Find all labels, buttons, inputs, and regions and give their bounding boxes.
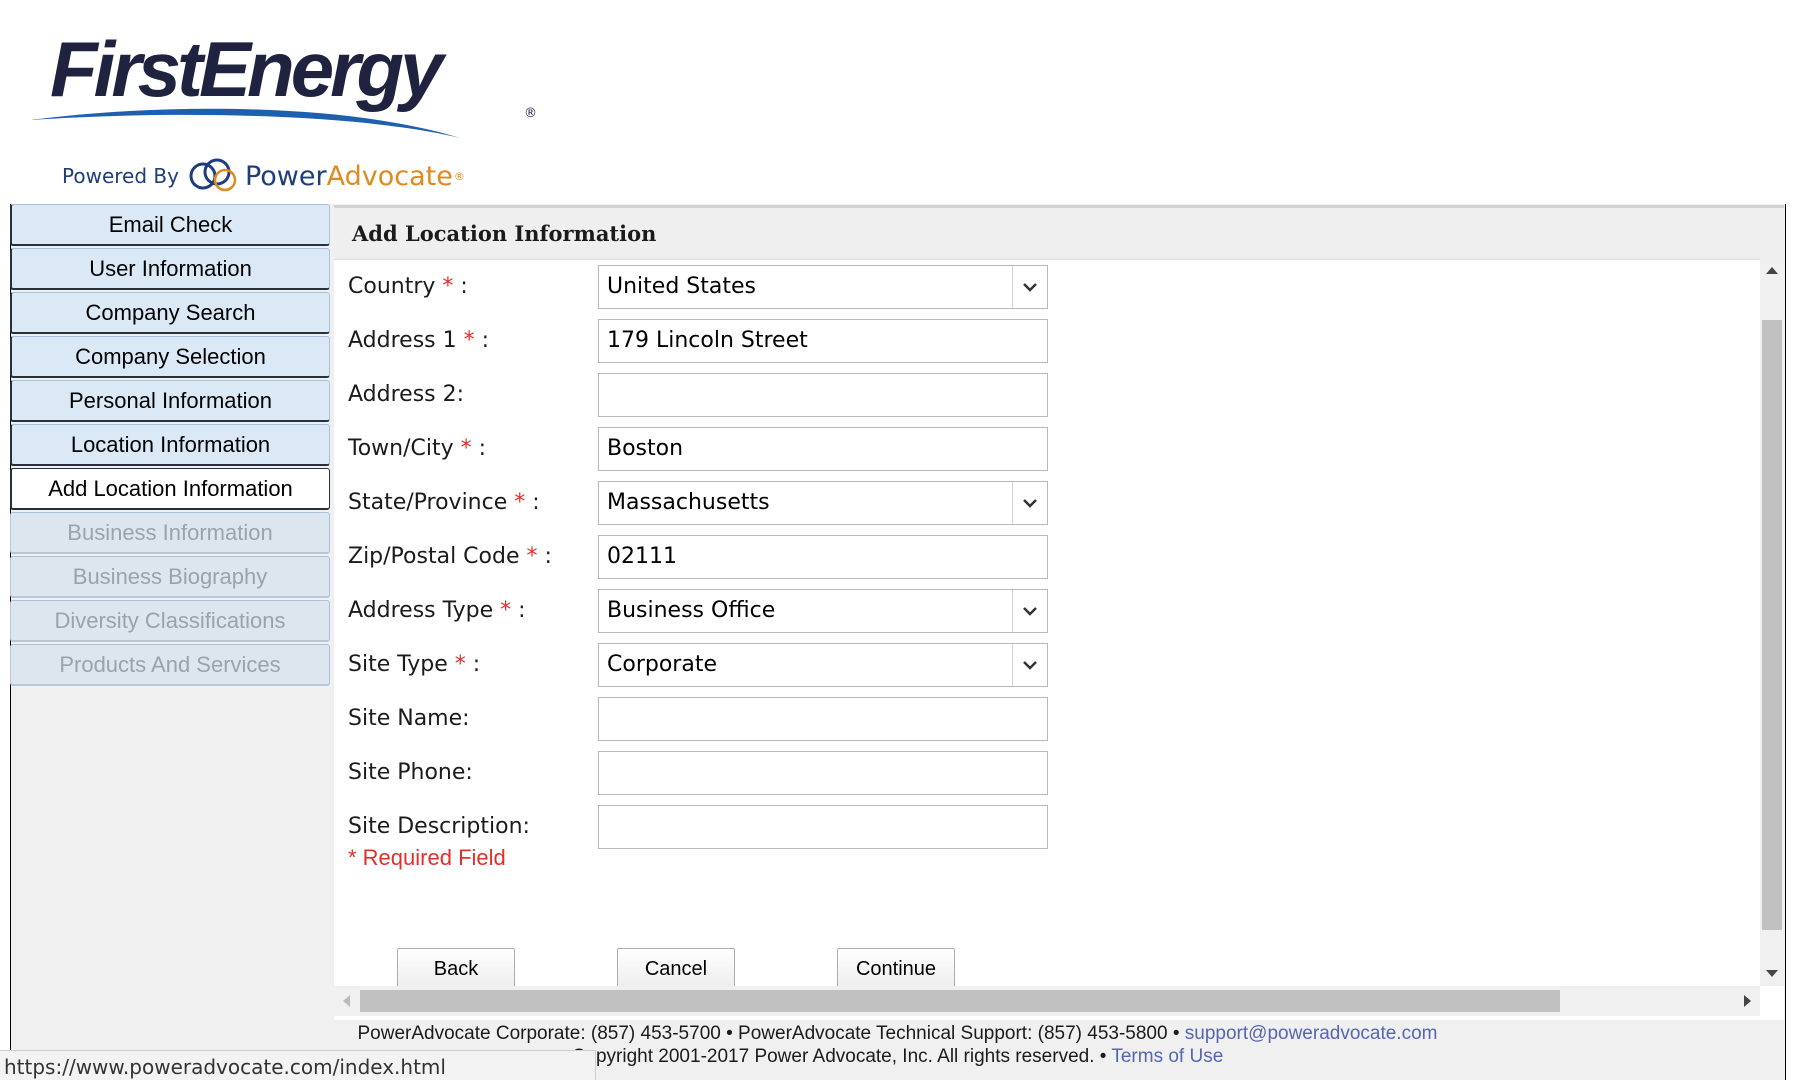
required-field-note: * Required Field	[348, 845, 506, 870]
sidebar-item-email-check[interactable]: Email Check	[10, 204, 330, 246]
address-type-select[interactable]: Business Office	[598, 589, 1048, 633]
zip-input[interactable]: 02111	[598, 535, 1048, 579]
required-star: *	[442, 274, 454, 299]
logo-text: FirstEnergy	[50, 25, 443, 113]
header: FirstEnergy ® Powered By Power Advocate ®	[10, 6, 1786, 204]
support-email-link[interactable]: support@poweradvocate.com	[1185, 1023, 1438, 1044]
zip-label: Zip/Postal Code * :	[348, 544, 552, 569]
sidebar-item-company-selection[interactable]: Company Selection	[10, 336, 330, 378]
scroll-left-arrow-icon[interactable]	[334, 986, 358, 1016]
poweradvocate-logo-icon	[189, 158, 237, 192]
site-phone-input[interactable]	[598, 751, 1048, 795]
horizontal-scrollbar[interactable]	[334, 986, 1760, 1016]
required-star: *	[526, 544, 538, 569]
site-name-label: Site Name:	[348, 706, 470, 731]
site-description-input[interactable]	[598, 805, 1048, 849]
zip-row: Zip/Postal Code * : 02111	[334, 534, 1384, 580]
advocate-text: Advocate	[326, 160, 453, 192]
vertical-scroll-thumb[interactable]	[1762, 320, 1782, 930]
sidebar-item-diversity-classifications: Diversity Classifications	[10, 600, 330, 642]
address1-label: Address 1 * :	[348, 328, 490, 353]
chevron-down-icon[interactable]	[1012, 590, 1047, 632]
powered-by-poweradvocate: Powered By Power Advocate ®	[62, 156, 465, 196]
panel-title: Add Location Information	[334, 208, 1784, 260]
address1-input[interactable]: 179 Lincoln Street	[598, 319, 1048, 363]
browser-status-bar: https://www.poweradvocate.com/index.html	[0, 1050, 596, 1080]
horizontal-scroll-thumb[interactable]	[360, 990, 1560, 1012]
chevron-down-icon[interactable]	[1012, 482, 1047, 524]
site-phone-label: Site Phone:	[348, 760, 473, 785]
state-province-select[interactable]: Massachusetts	[598, 481, 1048, 525]
town-city-label: Town/City * :	[348, 436, 487, 461]
site-name-row: Site Name:	[334, 696, 1384, 742]
address2-input[interactable]	[598, 373, 1048, 417]
required-star: *	[463, 328, 475, 353]
site-type-label: Site Type * :	[348, 652, 481, 677]
add-location-panel: Add Location Information Country * : Uni…	[334, 205, 1784, 1020]
country-select[interactable]: United States	[598, 265, 1048, 309]
state-province-row: State/Province * : Massachusetts	[334, 480, 1384, 526]
site-description-label: Site Description:	[348, 814, 530, 839]
sidebar-item-products-and-services: Products And Services	[10, 644, 330, 686]
sidebar-item-business-information: Business Information	[10, 512, 330, 554]
powered-by-label: Powered By	[62, 164, 179, 188]
back-button[interactable]: Back	[397, 948, 515, 990]
continue-button[interactable]: Continue	[837, 948, 955, 990]
footer-contact: PowerAdvocate Corporate: (857) 453-5700 …	[0, 1023, 1795, 1045]
town-city-input[interactable]: Boston	[598, 427, 1048, 471]
sidebar-item-company-search[interactable]: Company Search	[10, 292, 330, 334]
address2-row: Address 2:	[334, 372, 1384, 418]
wizard-sidebar: Email Check User Information Company Sea…	[10, 204, 330, 688]
site-name-input[interactable]	[598, 697, 1048, 741]
sidebar-item-location-information[interactable]: Location Information	[10, 424, 330, 466]
country-row: Country * : United States	[334, 264, 1384, 310]
footer-contact-text: PowerAdvocate Corporate: (857) 453-5700 …	[357, 1023, 1185, 1044]
site-type-select[interactable]: Corporate	[598, 643, 1048, 687]
site-phone-row: Site Phone:	[334, 750, 1384, 796]
address-type-label: Address Type * :	[348, 598, 526, 623]
required-star: *	[514, 490, 526, 515]
cancel-button[interactable]: Cancel	[617, 948, 735, 990]
required-star: *	[460, 436, 472, 461]
required-star: *	[454, 652, 466, 677]
town-city-row: Town/City * : Boston	[334, 426, 1384, 472]
vertical-scrollbar[interactable]	[1760, 258, 1784, 986]
copyright-text: Copyright 2001-2017 Power Advocate, Inc.…	[571, 1046, 1112, 1067]
state-province-label: State/Province * :	[348, 490, 540, 515]
logo-registered-mark: ®	[524, 106, 537, 121]
site-type-row: Site Type * : Corporate	[334, 642, 1384, 688]
firstenergy-logo: FirstEnergy ®	[30, 24, 570, 138]
chevron-down-icon[interactable]	[1012, 266, 1047, 308]
sidebar-item-business-biography: Business Biography	[10, 556, 330, 598]
scroll-down-arrow-icon[interactable]	[1760, 962, 1784, 986]
scroll-up-arrow-icon[interactable]	[1760, 258, 1784, 282]
sidebar-item-add-location-information[interactable]: Add Location Information	[10, 468, 330, 510]
chevron-down-icon[interactable]	[1012, 644, 1047, 686]
terms-of-use-link[interactable]: Terms of Use	[1111, 1046, 1223, 1067]
sidebar-item-user-information[interactable]: User Information	[10, 248, 330, 290]
required-star: *	[500, 598, 512, 623]
scroll-right-arrow-icon[interactable]	[1736, 986, 1760, 1016]
country-label: Country * :	[348, 274, 468, 299]
address1-row: Address 1 * : 179 Lincoln Street	[334, 318, 1384, 364]
sidebar-item-personal-information[interactable]: Personal Information	[10, 380, 330, 422]
power-text: Power	[244, 160, 327, 192]
site-description-row: Site Description:	[334, 804, 1384, 850]
address-type-row: Address Type * : Business Office	[334, 588, 1384, 634]
poweradvocate-trademark: ®	[453, 169, 465, 183]
address2-label: Address 2:	[348, 382, 465, 407]
